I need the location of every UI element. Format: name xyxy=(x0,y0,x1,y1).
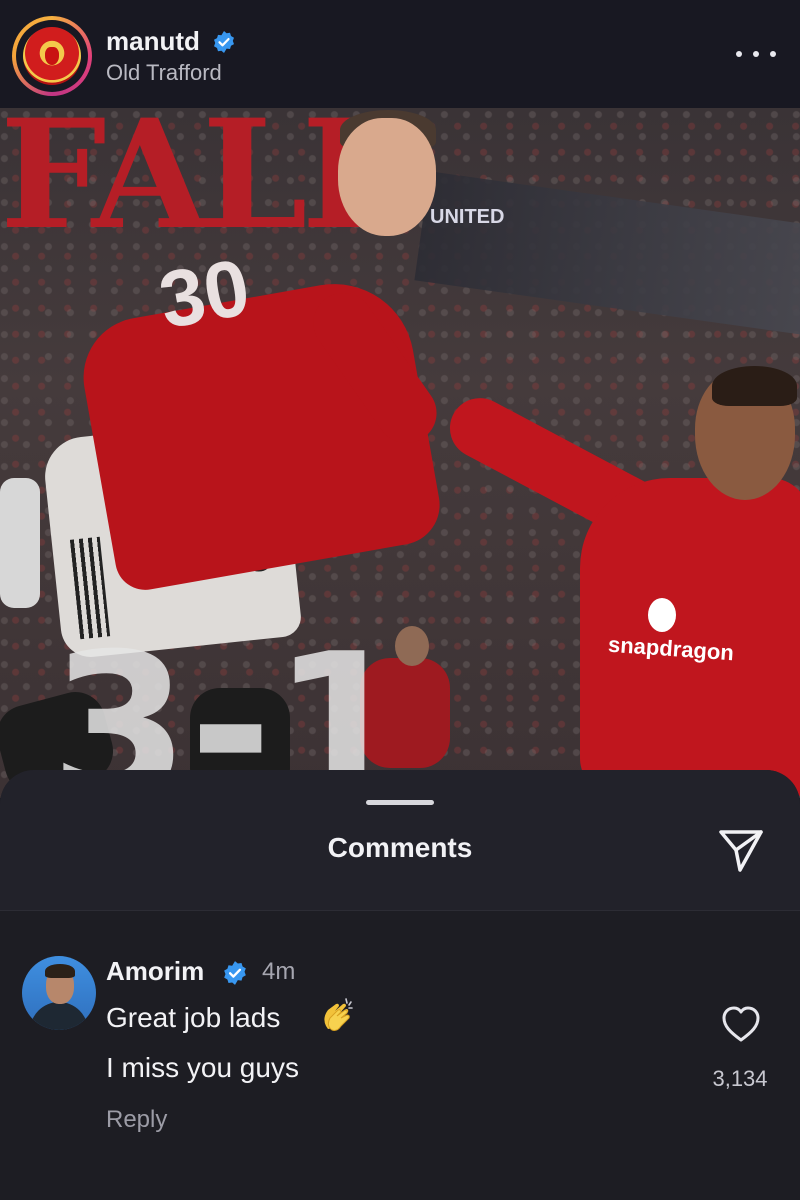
sponsor-logo xyxy=(648,598,676,632)
comments-title: Comments xyxy=(327,832,473,863)
dot xyxy=(770,51,776,57)
avatar-body xyxy=(30,1002,88,1030)
post-photo[interactable]: UNITED snapdragon 3 30 FALL 3-1 xyxy=(0,108,800,798)
comment-text: Great job lads xyxy=(106,1002,281,1033)
drag-handle[interactable] xyxy=(366,800,434,805)
red-devil-icon xyxy=(45,47,59,65)
post-location[interactable]: Old Trafford xyxy=(106,60,222,86)
comments-header: Comments xyxy=(0,770,800,910)
commenter-avatar[interactable] xyxy=(22,956,96,1030)
club-crest-icon xyxy=(23,27,81,85)
reply-button[interactable]: Reply xyxy=(106,1106,167,1134)
banner-text: UNITED xyxy=(430,206,505,228)
verified-badge-icon xyxy=(224,961,246,985)
like-count: 3,134 xyxy=(712,1066,768,1091)
more-dots-icon[interactable] xyxy=(736,40,776,68)
post-header: manutd Old Trafford xyxy=(0,0,800,108)
player-right-hair xyxy=(712,366,797,406)
background-player xyxy=(0,478,40,608)
avatar-ring xyxy=(16,20,88,92)
account-username[interactable]: manutd xyxy=(106,26,200,57)
comment-author[interactable]: Amorim xyxy=(106,956,204,987)
comments-sheet: Comments Amorim 4m Great job lads I miss… xyxy=(0,770,800,1200)
avatar-hair xyxy=(45,964,75,978)
player-left-head xyxy=(338,118,436,236)
stadium-banner xyxy=(414,171,800,339)
paper-plane-icon[interactable] xyxy=(716,824,766,874)
heart-icon[interactable] xyxy=(720,1004,762,1044)
divider xyxy=(0,910,800,911)
clapping-hands-emoji xyxy=(324,998,353,1031)
account-avatar[interactable] xyxy=(12,16,92,96)
verified-badge-icon xyxy=(214,31,234,53)
comment-text: I miss you guys xyxy=(106,1052,299,1083)
dot xyxy=(753,51,759,57)
dot xyxy=(736,51,742,57)
comment-time: 4m xyxy=(262,958,296,985)
